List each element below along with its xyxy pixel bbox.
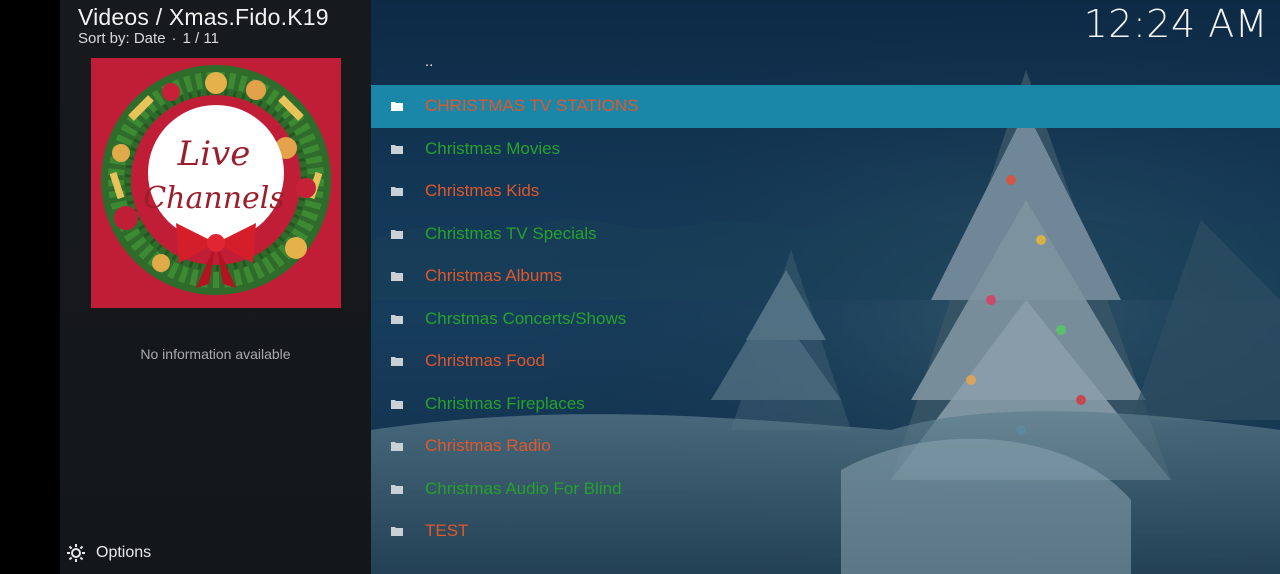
folder-icon	[391, 229, 403, 239]
list-item-label: Chrstmas Concerts/Shows	[425, 308, 627, 328]
folder-icon	[391, 102, 403, 112]
clock: 12:24 AM	[1083, 2, 1268, 46]
list-item-label: Christmas Kids	[425, 181, 540, 201]
folder-icon	[391, 314, 403, 324]
options-button[interactable]: Options	[66, 543, 151, 563]
list-item-label: Christmas Albums	[425, 266, 562, 286]
list-item[interactable]: Chrstmas Concerts/Shows	[371, 298, 1280, 341]
list-item[interactable]: Christmas TV Specials	[371, 213, 1280, 256]
list-item[interactable]: CHRISTMAS TV STATIONS	[371, 85, 1280, 128]
list-item-label: Christmas Radio	[425, 436, 551, 456]
wreath-logo: Live Channels	[91, 58, 341, 308]
media-browser-screen: Videos / Xmas.Fido.K19 Sort by: Date · 1 /…	[0, 0, 1280, 574]
separator-dot: ·	[171, 30, 177, 47]
gear-icon	[67, 544, 85, 562]
item-position: 1 / 11	[182, 30, 219, 47]
list-item[interactable]: Christmas Fireplaces	[371, 383, 1280, 426]
list-item[interactable]: Christmas Audio For Blind	[371, 468, 1280, 511]
folder-icon	[391, 144, 403, 154]
folder-icon	[391, 442, 403, 452]
list-item-label: TEST	[425, 521, 469, 541]
list-item-label: Christmas Audio For Blind	[425, 478, 622, 498]
list-item-label: CHRISTMAS TV STATIONS	[425, 96, 639, 116]
no-info-text: No information available	[140, 346, 291, 362]
folder-icon	[391, 357, 403, 367]
list-item[interactable]: Christmas Albums	[371, 255, 1280, 298]
folder-list: .. CHRISTMAS TV STATIONS Christmas Movies…	[371, 43, 1280, 553]
list-item-label: Christmas Food	[425, 351, 545, 371]
thumbnail-line1: Live	[177, 134, 251, 174]
folder-icon	[391, 187, 403, 197]
parent-folder-label: ..	[425, 53, 434, 70]
list-item[interactable]: Christmas Food	[371, 340, 1280, 383]
parent-folder-item[interactable]: ..	[371, 43, 1280, 85]
list-item-label: Christmas Fireplaces	[425, 393, 585, 413]
options-label: Options	[96, 544, 152, 561]
list-item[interactable]: TEST	[371, 510, 1280, 553]
list-item-label: Christmas TV Specials	[425, 223, 597, 243]
breadcrumb: Videos / Xmas.Fido.K19	[78, 4, 329, 30]
folder-icon	[391, 484, 403, 494]
sort-label[interactable]: Sort by: Date	[78, 30, 166, 47]
folder-icon	[391, 399, 403, 409]
list-item[interactable]: Christmas Radio	[371, 425, 1280, 468]
folder-icon	[391, 272, 403, 282]
list-item-label: Christmas Movies	[425, 138, 561, 158]
thumbnail-line2: Channels	[143, 181, 285, 216]
folder-thumbnail: Live Channels	[91, 58, 341, 308]
sort-status: Sort by: Date · 1 / 11	[78, 30, 219, 47]
list-item[interactable]: Christmas Kids	[371, 170, 1280, 213]
list-item[interactable]: Christmas Movies	[371, 128, 1280, 171]
folder-icon	[391, 527, 403, 537]
